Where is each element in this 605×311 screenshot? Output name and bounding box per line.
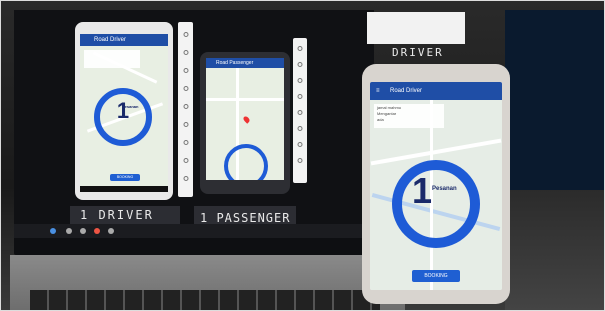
image-border [0,0,605,311]
photo-scene: Road Driver 1 Pesanan BOOKING Road Passe… [0,0,605,311]
